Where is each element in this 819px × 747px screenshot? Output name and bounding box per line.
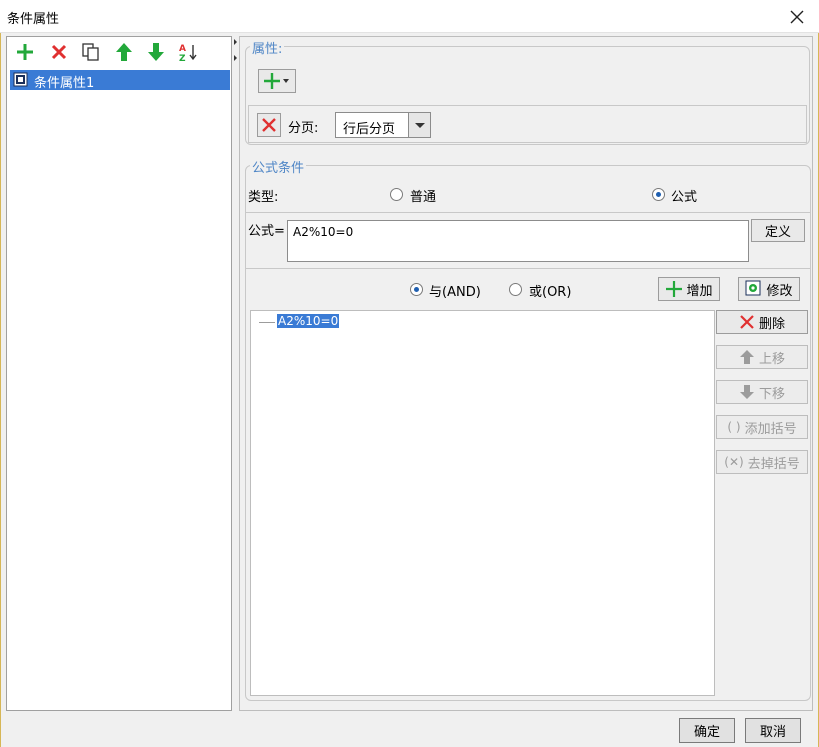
page-break-select[interactable]: 行后分页	[335, 112, 431, 138]
type-formula-radio[interactable]	[652, 188, 665, 201]
move-up-label: 上移	[758, 351, 785, 367]
add-bracket-label: 添加括号	[744, 421, 797, 437]
delete-condition-button[interactable]: 删除	[716, 310, 808, 334]
add-icon[interactable]	[14, 41, 36, 63]
page-break-value: 行后分页	[343, 122, 396, 137]
move-down-icon	[739, 385, 754, 399]
modify-condition-button[interactable]: 修改	[738, 277, 800, 301]
formula-input[interactable]: A2%10=0	[287, 220, 749, 262]
logic-or-label: 或(OR)	[529, 285, 572, 300]
copy-icon[interactable]	[80, 41, 102, 63]
window-title: 条件属性	[7, 12, 60, 27]
sort-icon[interactable]: A Z	[177, 41, 199, 64]
title-bar: 条件属性	[0, 0, 819, 33]
type-formula-label: 公式	[671, 190, 698, 205]
formula-label: 公式=	[248, 224, 285, 239]
formula-condition-legend: 公式条件	[250, 157, 307, 176]
remove-property-button[interactable]	[257, 113, 281, 137]
close-icon[interactable]	[786, 6, 808, 28]
tree-item-label: 条件属性1	[34, 76, 95, 91]
svg-text:A: A	[179, 44, 186, 54]
page-break-row: 分页: 行后分页	[248, 105, 807, 143]
move-up-icon[interactable]	[113, 41, 135, 63]
type-normal-label: 普通	[410, 190, 437, 205]
condition-list: A2%10=0	[250, 310, 715, 696]
remove-bracket-icon: (✕)	[724, 455, 744, 469]
bracket-icon: ( )	[727, 420, 741, 434]
properties-group: 属性: 分页: 行后分页	[245, 38, 810, 145]
logic-and-label: 与(AND)	[429, 285, 481, 300]
move-down-button[interactable]: 下移	[716, 380, 808, 404]
add-condition-button[interactable]: 增加	[658, 277, 720, 301]
move-up-icon	[739, 350, 754, 364]
divider	[246, 212, 810, 213]
logic-and-radio[interactable]	[410, 283, 423, 296]
ok-button[interactable]: 确定	[679, 718, 735, 743]
cancel-button[interactable]: 取消	[745, 718, 801, 743]
add-property-button[interactable]	[258, 69, 296, 93]
tree-item-condition-1[interactable]: 条件属性1	[10, 70, 230, 91]
type-label: 类型:	[248, 190, 279, 205]
svg-text:Z: Z	[179, 54, 186, 63]
page-break-label: 分页:	[288, 121, 319, 136]
condition-node-icon	[13, 72, 29, 88]
chevron-down-icon[interactable]	[408, 113, 430, 137]
condition-tree-panel: A Z 条件属性1	[6, 36, 232, 711]
define-button[interactable]: 定义	[751, 219, 805, 242]
move-down-label: 下移	[758, 386, 785, 402]
modify-condition-label: 修改	[766, 283, 793, 299]
remove-bracket-button[interactable]: (✕) 去掉括号	[716, 450, 808, 474]
move-down-icon[interactable]	[145, 41, 167, 63]
condition-item[interactable]: A2%10=0	[277, 314, 340, 328]
add-condition-label: 增加	[686, 283, 713, 299]
condition-detail-panel: 属性: 分页: 行后分页 公式条件 类型: 普通 公式 公式= A2%10=0	[239, 36, 813, 711]
properties-legend: 属性:	[250, 38, 285, 57]
logic-or-radio[interactable]	[509, 283, 522, 296]
delete-icon[interactable]	[48, 41, 70, 63]
formula-condition-group: 公式条件 类型: 普通 公式 公式= A2%10=0 定义 与(AND) 或(O…	[245, 157, 811, 701]
edit-icon	[745, 280, 761, 296]
delete-icon	[740, 315, 754, 329]
tree-line	[259, 322, 275, 323]
move-up-button[interactable]: 上移	[716, 345, 808, 369]
remove-bracket-label: 去掉括号	[747, 456, 800, 472]
type-normal-radio[interactable]	[390, 188, 403, 201]
delete-condition-label: 删除	[758, 316, 785, 332]
divider	[246, 268, 810, 269]
add-bracket-button[interactable]: ( ) 添加括号	[716, 415, 808, 439]
add-icon	[666, 281, 683, 297]
